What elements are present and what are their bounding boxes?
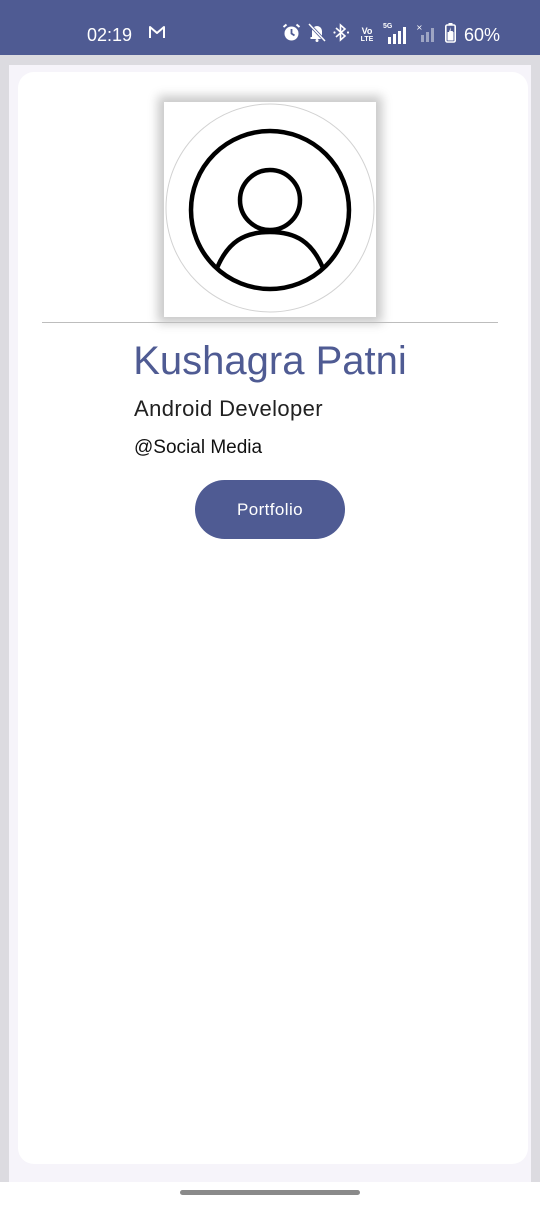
signal-icon-2: ×	[416, 23, 438, 48]
bluetooth-icon	[333, 23, 351, 47]
signal-icon: 5G	[383, 23, 409, 45]
mute-icon	[307, 22, 327, 47]
status-icons: Vo LTE 5G × 60%	[282, 22, 501, 48]
svg-text:×: ×	[416, 23, 423, 32]
status-bar: 02:19 Vo LTE 5G × 60%	[0, 0, 540, 55]
volte-icon: Vo LTE	[358, 26, 376, 44]
alarm-icon	[282, 23, 301, 47]
volte-top: Vo	[361, 26, 373, 36]
social-media-link[interactable]: @Social Media	[134, 435, 262, 461]
divider	[42, 322, 498, 323]
portfolio-button[interactable]: Portfolio	[195, 480, 345, 539]
battery-percent: 60%	[464, 25, 501, 45]
profile-role: Android Developer	[134, 396, 324, 421]
profile-name: Kushagra Patni	[133, 339, 407, 383]
gmail-icon	[148, 25, 166, 44]
battery-icon	[445, 22, 456, 48]
status-time: 02:19	[87, 25, 133, 45]
account-circle-icon	[165, 103, 375, 313]
home-indicator[interactable]	[180, 1190, 360, 1195]
volte-bottom: LTE	[360, 36, 374, 43]
